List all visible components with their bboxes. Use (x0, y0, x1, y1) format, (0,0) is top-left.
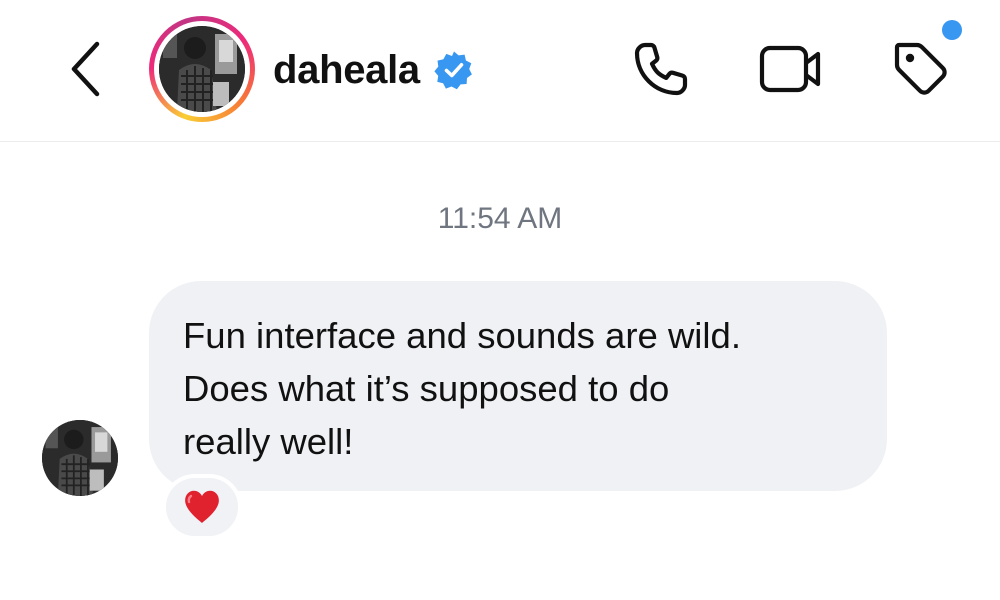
username: daheala (273, 47, 420, 92)
back-button[interactable] (62, 38, 108, 100)
video-call-button[interactable] (758, 36, 824, 102)
profile-avatar-story-ring[interactable] (149, 16, 255, 122)
thread-header: daheala (0, 0, 1000, 142)
video-camera-icon (759, 45, 821, 93)
message-text: Fun interface and sounds are wild. Does … (183, 309, 853, 468)
dm-thread-screen: daheala 11:54 AM Fun interface and sound… (0, 0, 1000, 600)
verified-badge-icon (434, 51, 472, 90)
tag-icon (894, 42, 947, 95)
message-timestamp: 11:54 AM (437, 202, 563, 235)
avatar (159, 26, 245, 112)
red-heart-icon (185, 490, 219, 523)
message-line: really well! (183, 421, 354, 462)
message-line: Does what it’s supposed to do (183, 368, 670, 409)
username-link[interactable]: daheala (273, 44, 474, 96)
sender-avatar[interactable] (42, 420, 118, 496)
tag-button[interactable] (888, 36, 954, 102)
message-line: Fun interface and sounds are wild. (183, 315, 741, 356)
audio-call-button[interactable] (628, 36, 694, 102)
phone-icon (634, 42, 688, 96)
message-reaction[interactable] (162, 474, 242, 540)
chevron-left-icon (71, 41, 100, 97)
message-bubble[interactable]: Fun interface and sounds are wild. Does … (149, 281, 887, 491)
notification-dot (942, 20, 962, 40)
